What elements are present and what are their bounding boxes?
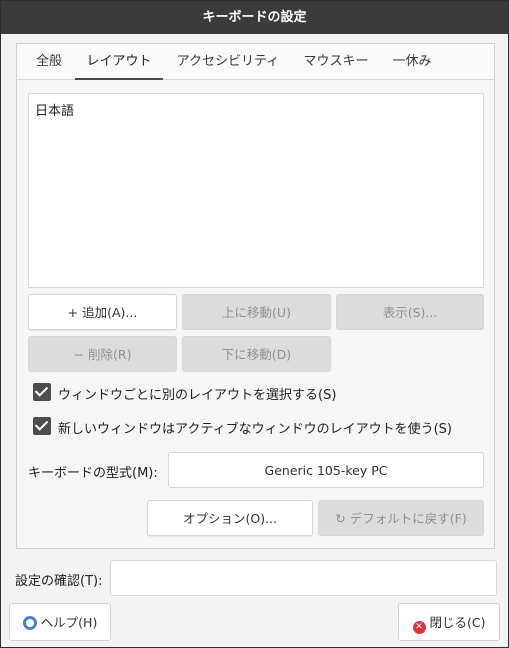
per-window-checkbox[interactable] xyxy=(33,383,51,401)
per-window-checkbox-label[interactable]: ウィンドウごとに別のレイアウトを選択する(S) xyxy=(58,384,336,403)
layout-list[interactable]: 日本語 xyxy=(28,93,484,288)
options-label: オプション(O)... xyxy=(182,511,277,526)
new-window-checkbox-label[interactable]: 新しいウィンドウはアクティブなウィンドウのレイアウトを使う(S) xyxy=(58,418,452,437)
window-title: キーボードの設定 xyxy=(1,1,508,34)
show-layout-button[interactable]: 表示(S)... xyxy=(336,294,484,330)
move-up-button[interactable]: 上に移動(U) xyxy=(182,294,331,330)
keyboard-model-label: キーボードの型式(M): xyxy=(28,466,158,481)
reset-defaults-button[interactable]: ↻ デフォルトに戻す(F) xyxy=(318,500,484,536)
minus-icon: − xyxy=(73,347,85,362)
move-up-label: 上に移動(U) xyxy=(222,305,291,320)
test-input[interactable] xyxy=(110,560,497,596)
tab-accessibility[interactable]: アクセシビリティ xyxy=(169,44,287,80)
tab-bar: 全般 レイアウト アクセシビリティ マウスキー 一休み xyxy=(17,44,494,80)
tab-layout[interactable]: レイアウト xyxy=(75,44,163,80)
tab-notebook: 全般 レイアウト アクセシビリティ マウスキー 一休み 日本語 + 追加(A)..… xyxy=(16,43,495,549)
close-icon: ✕ xyxy=(412,621,426,634)
tab-typing-break[interactable]: 一休み xyxy=(385,44,439,80)
close-label: 閉じる(C) xyxy=(429,615,486,630)
new-window-checkbox[interactable] xyxy=(33,417,51,435)
reset-defaults-label: デフォルトに戻す(F) xyxy=(349,511,467,526)
remove-layout-button[interactable]: − 削除(R) xyxy=(28,336,177,372)
keyboard-model-button[interactable]: Generic 105-key PC xyxy=(168,452,484,488)
show-layout-label: 表示(S)... xyxy=(382,305,438,320)
move-down-label: 下に移動(D) xyxy=(221,347,292,362)
tab-mouse-keys[interactable]: マウスキー xyxy=(297,44,375,80)
help-icon xyxy=(22,616,37,630)
add-layout-button[interactable]: + 追加(A)... xyxy=(28,294,177,330)
help-label: ヘルプ(H) xyxy=(40,615,98,630)
tab-general[interactable]: 全般 xyxy=(27,44,71,80)
keyboard-settings-window: キーボードの設定 全般 レイアウト アクセシビリティ マウスキー 一休み 日本語… xyxy=(0,0,509,648)
options-button[interactable]: オプション(O)... xyxy=(147,500,313,536)
test-label: 設定の確認(T): xyxy=(15,574,103,589)
close-button[interactable]: ✕ 閉じる(C) xyxy=(398,603,500,641)
help-button[interactable]: ヘルプ(H) xyxy=(9,603,111,641)
layout-list-item[interactable]: 日本語 xyxy=(35,100,74,119)
add-layout-label: 追加(A)... xyxy=(82,305,138,320)
move-down-button[interactable]: 下に移動(D) xyxy=(182,336,331,372)
remove-layout-label: 削除(R) xyxy=(88,347,132,362)
plus-icon: + xyxy=(67,305,79,320)
reset-icon: ↻ xyxy=(335,511,346,526)
